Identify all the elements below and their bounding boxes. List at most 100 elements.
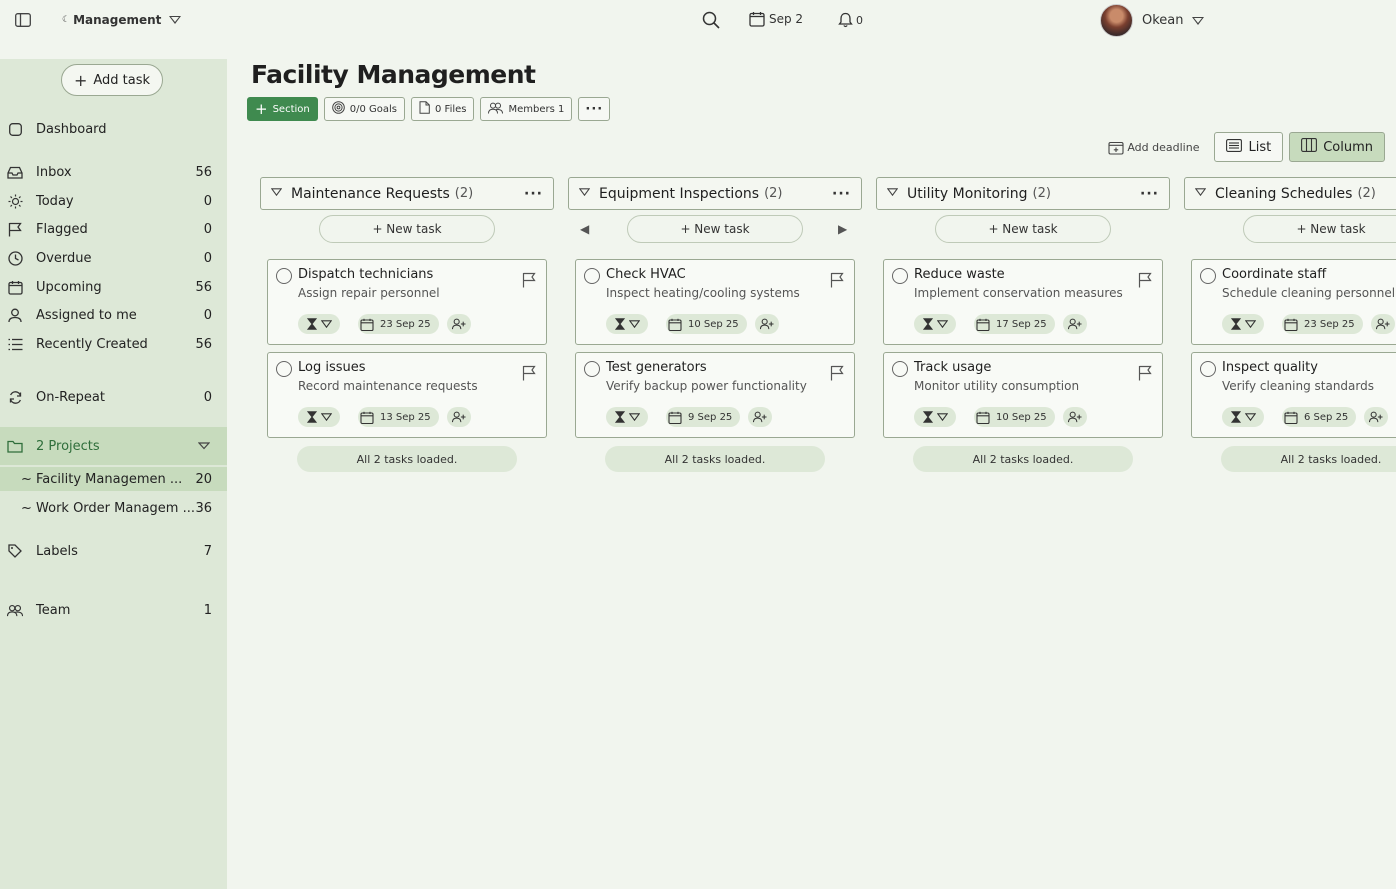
column-header[interactable]: Cleaning Schedules(2)··· [1184, 177, 1396, 210]
task-checkbox[interactable] [276, 268, 292, 284]
column-header[interactable]: Equipment Inspections (2) ··· [568, 177, 862, 210]
task-card[interactable]: Track usage Monitor utility consumption 10… [883, 352, 1163, 438]
assign-user-button[interactable] [446, 407, 471, 427]
flag-icon[interactable] [1138, 365, 1152, 385]
more-options-button[interactable]: ··· [578, 97, 611, 121]
priority-selector[interactable] [914, 407, 956, 427]
due-date[interactable]: 10 Sep 25 [666, 314, 747, 334]
files-button[interactable]: 0 Files [411, 97, 475, 121]
list-view-button[interactable]: List [1214, 132, 1284, 162]
sidebar-item-today[interactable]: Today 0 [0, 189, 227, 213]
sidebar-item-labels[interactable]: Labels 7 [0, 539, 227, 563]
assign-user-button[interactable] [1370, 314, 1395, 334]
task-checkbox[interactable] [1200, 268, 1216, 284]
task-card[interactable]: Test generators Verify backup power funct… [575, 352, 855, 438]
collapse-triangle-icon[interactable] [578, 188, 591, 199]
new-task-button[interactable]: + New task [627, 215, 803, 243]
task-checkbox[interactable] [584, 361, 600, 377]
new-task-button[interactable]: + New task [319, 215, 495, 243]
add-deadline-button[interactable]: Add deadline [1108, 140, 1199, 155]
assign-user-button[interactable] [748, 407, 773, 427]
user-icon [7, 307, 23, 323]
add-task-label: Add task [93, 72, 151, 88]
task-checkbox[interactable] [892, 361, 908, 377]
workspace-selector[interactable]: ☾ Management [62, 13, 182, 27]
task-card[interactable]: Inspect quality Verify cleaning standards… [1191, 352, 1396, 438]
assign-user-button[interactable] [754, 314, 779, 334]
add-task-button[interactable]: + Add task [61, 64, 163, 96]
sidebar-item-recently-created[interactable]: Recently Created 56 [0, 332, 227, 356]
flag-icon[interactable] [522, 272, 536, 292]
sidebar-item-flagged[interactable]: Flagged 0 [0, 217, 227, 241]
more-icon[interactable]: ··· [524, 186, 543, 202]
sidebar-item-facility-management[interactable]: ~ Facility Managemen ... 20 [0, 467, 227, 491]
new-task-button[interactable]: + New task [935, 215, 1111, 243]
task-checkbox[interactable] [892, 268, 908, 284]
task-checkbox[interactable] [1200, 361, 1216, 377]
column-header[interactable]: Maintenance Requests (2) ··· [260, 177, 554, 210]
flag-icon[interactable] [522, 365, 536, 385]
collapse-triangle-icon[interactable] [886, 188, 899, 199]
members-button[interactable]: Members 1 [480, 97, 573, 121]
task-card[interactable]: Reduce waste Implement conservation measu… [883, 259, 1163, 345]
task-title: Check HVAC [606, 267, 686, 282]
due-date[interactable]: 23 Sep 25 [358, 314, 439, 334]
flag-icon[interactable] [1138, 272, 1152, 292]
task-card[interactable]: Coordinate staff Schedule cleaning person… [1191, 259, 1396, 345]
sidebar-toggle-icon[interactable] [15, 13, 31, 27]
sidebar-item-dashboard[interactable]: Dashboard [0, 117, 227, 141]
task-card[interactable]: Dispatch technicians Assign repair person… [267, 259, 547, 345]
sidebar-item-label: Upcoming [36, 279, 102, 295]
flag-icon[interactable] [830, 365, 844, 385]
task-meta: 17 Sep 25 [914, 314, 1087, 334]
due-date[interactable]: 17 Sep 25 [974, 314, 1055, 334]
more-icon[interactable]: ··· [1140, 186, 1159, 202]
flag-icon[interactable] [830, 272, 844, 292]
assign-user-button[interactable] [1364, 407, 1389, 427]
due-date[interactable]: 13 Sep 25 [358, 407, 439, 427]
assign-user-button[interactable] [1062, 407, 1087, 427]
sidebar-item-team[interactable]: Team 1 [0, 598, 227, 622]
task-meta: 6 Sep 25 [1222, 407, 1389, 427]
priority-selector[interactable] [606, 407, 648, 427]
priority-selector[interactable] [606, 314, 648, 334]
sidebar-item-count: 0 [203, 193, 212, 209]
search-icon[interactable] [702, 11, 720, 29]
chevron-down-icon[interactable] [197, 439, 211, 454]
priority-selector[interactable] [298, 407, 340, 427]
task-checkbox[interactable] [584, 268, 600, 284]
priority-selector[interactable] [298, 314, 340, 334]
goals-button[interactable]: 0/0 Goals [323, 97, 405, 121]
sidebar-item-inbox[interactable]: Inbox 56 [0, 160, 227, 184]
priority-selector[interactable] [1222, 407, 1264, 427]
assign-user-button[interactable] [1062, 314, 1087, 334]
priority-selector[interactable] [1222, 314, 1264, 334]
add-section-button[interactable]: + Section [247, 97, 318, 121]
scroll-right-icon[interactable]: ▶ [838, 222, 847, 236]
task-card[interactable]: Log issues Record maintenance requests 13 … [267, 352, 547, 438]
sidebar-item-assigned-to-me[interactable]: Assigned to me 0 [0, 303, 227, 327]
new-task-button[interactable]: + New task [1243, 215, 1396, 243]
notifications-button[interactable]: 0 [838, 12, 863, 28]
sidebar-item-work-order-management[interactable]: ~ Work Order Managem ... 36 [0, 496, 227, 520]
task-card[interactable]: Check HVAC Inspect heating/cooling system… [575, 259, 855, 345]
due-date[interactable]: 10 Sep 25 [974, 407, 1055, 427]
collapse-triangle-icon[interactable] [270, 188, 283, 199]
collapse-triangle-icon[interactable] [1194, 188, 1207, 199]
sidebar-item-projects[interactable]: 2 Projects [0, 427, 227, 465]
date-button[interactable]: Sep 2 [749, 11, 803, 27]
sidebar-item-on-repeat[interactable]: On-Repeat 0 [0, 385, 227, 409]
due-date[interactable]: 6 Sep 25 [1282, 407, 1357, 427]
column-view-button[interactable]: Column [1289, 132, 1385, 162]
scroll-left-icon[interactable]: ◀ [580, 222, 589, 236]
due-date[interactable]: 9 Sep 25 [666, 407, 741, 427]
priority-selector[interactable] [914, 314, 956, 334]
sidebar-item-overdue[interactable]: Overdue 0 [0, 246, 227, 270]
column-header[interactable]: Utility Monitoring (2) ··· [876, 177, 1170, 210]
due-date[interactable]: 23 Sep 25 [1282, 314, 1363, 334]
user-menu[interactable]: Okean [1100, 4, 1204, 37]
task-checkbox[interactable] [276, 361, 292, 377]
more-icon[interactable]: ··· [832, 186, 851, 202]
assign-user-button[interactable] [446, 314, 471, 334]
sidebar-item-upcoming[interactable]: Upcoming 56 [0, 275, 227, 299]
